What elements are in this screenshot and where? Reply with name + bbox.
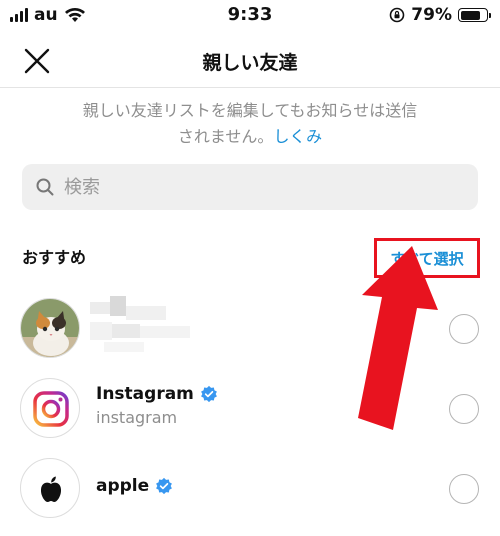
notice-line-1: 親しい友達リストを編集してもお知らせは送信 bbox=[82, 101, 418, 120]
status-bar: au 9:33 79% bbox=[0, 0, 500, 34]
suggested-heading: おすすめ bbox=[22, 248, 87, 267]
select-radio[interactable] bbox=[449, 394, 479, 424]
page-title: 親しい友達 bbox=[202, 52, 298, 74]
search-bar[interactable] bbox=[22, 164, 478, 210]
account-row[interactable]: apple bbox=[0, 448, 500, 528]
select-radio[interactable] bbox=[449, 474, 479, 504]
cat-photo bbox=[21, 299, 79, 357]
how-it-works-link[interactable]: しくみ bbox=[273, 127, 322, 146]
blurred-account-name bbox=[90, 296, 200, 352]
account-username: Instagram bbox=[96, 384, 218, 404]
account-names: Instagram instagram bbox=[96, 384, 218, 427]
avatar[interactable] bbox=[20, 458, 80, 518]
account-handle: instagram bbox=[96, 408, 178, 427]
battery-icon bbox=[458, 8, 491, 22]
battery-percent: 79% bbox=[411, 5, 452, 25]
apple-logo-icon bbox=[40, 476, 62, 502]
account-username: apple bbox=[96, 476, 173, 496]
verified-badge-icon bbox=[156, 477, 173, 495]
username-text: Instagram bbox=[96, 384, 194, 404]
avatar[interactable] bbox=[20, 378, 80, 438]
notice-line-2: されません。しくみ bbox=[40, 124, 460, 150]
notice-text: 親しい友達リストを編集してもお知らせは送信 されません。しくみ bbox=[40, 98, 460, 150]
select-all-button[interactable]: すべて選択 bbox=[374, 238, 480, 278]
orientation-lock-icon bbox=[389, 7, 405, 23]
verified-badge-icon bbox=[200, 385, 217, 403]
select-radio[interactable] bbox=[449, 314, 479, 344]
username-text: apple bbox=[96, 476, 150, 496]
header: 親しい友達 bbox=[0, 34, 500, 88]
status-right: 79% bbox=[389, 5, 491, 25]
instagram-logo-icon bbox=[33, 391, 69, 427]
avatar[interactable] bbox=[20, 298, 80, 358]
notice-line-2-text: されません。 bbox=[177, 127, 274, 146]
search-icon bbox=[36, 178, 54, 196]
account-row[interactable]: Instagram instagram bbox=[0, 368, 500, 448]
account-names: apple bbox=[96, 476, 173, 496]
search-input[interactable] bbox=[64, 176, 444, 198]
battery-fill bbox=[460, 10, 481, 20]
account-row[interactable] bbox=[0, 288, 500, 368]
